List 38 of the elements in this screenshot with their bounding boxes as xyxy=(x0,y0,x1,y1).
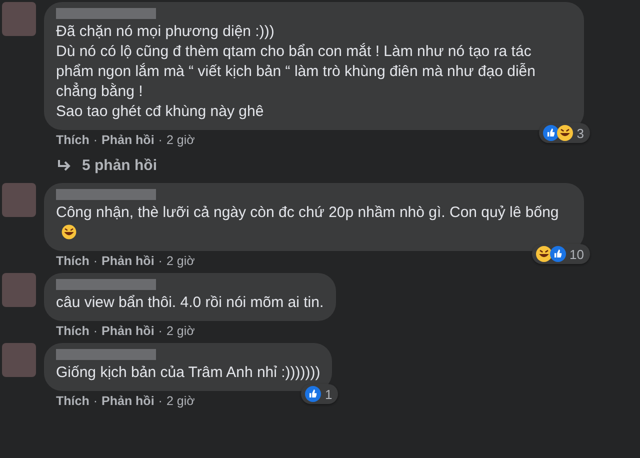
comment-time: 2 giờ xyxy=(166,394,195,408)
reaction-count: 1 xyxy=(325,386,332,402)
comment-action-link[interactable]: Phản hồi xyxy=(102,324,154,338)
comment-text: Giống kịch bản của Trâm Anh nhỉ :))))))) xyxy=(56,363,320,383)
comment-action-link[interactable]: Phản hồi xyxy=(102,254,154,268)
separator-dot: · xyxy=(93,324,98,338)
avatar-placeholder[interactable] xyxy=(2,343,36,377)
avatar-placeholder[interactable] xyxy=(2,273,36,307)
comment-time: 2 giờ xyxy=(166,324,195,338)
comment-text: Sao tao ghét cđ khùng này ghê xyxy=(56,102,265,122)
separator-dot: · xyxy=(158,324,162,338)
avatar-placeholder[interactable] xyxy=(2,2,36,36)
comment-action-link[interactable]: Thích xyxy=(56,324,90,338)
avatar-placeholder[interactable] xyxy=(2,183,36,217)
separator-dot: · xyxy=(158,394,162,408)
separator-dot: · xyxy=(93,133,98,147)
comment-text: Dù nó có lộ cũng đ thèm qtam cho bẩn con mắt ! Làm như nó tạo ra tác phẩm ngon lắm mà “ viết kịch bản “ làm trò khùng điên mà như đạo diễn chẳng bằng ! xyxy=(56,42,536,102)
reaction-badge[interactable]: 1 xyxy=(301,384,338,404)
reply-arrow-icon xyxy=(56,158,72,172)
reaction-count: 10 xyxy=(570,246,584,262)
reaction-badge[interactable]: 3 xyxy=(538,123,590,143)
separator-dot: · xyxy=(158,133,162,147)
comment-action-link[interactable]: Phản hồi xyxy=(102,133,154,147)
reaction-badge[interactable]: 10 xyxy=(532,244,590,264)
comment-action-link[interactable]: Thích xyxy=(56,133,90,147)
comment-text: Đã chặn nó mọi phương diện :))) xyxy=(56,22,276,42)
comment-text: Công nhận, thè lưỡi cả ngày còn đc chứ 20p nhầm nhò gì. Con quỷ lê bống xyxy=(56,203,572,243)
comment-text: câu view bẩn thôi. 4.0 rồi nói mõm ai tin. xyxy=(56,293,324,313)
reaction-count: 3 xyxy=(576,126,584,140)
comment-action-link[interactable]: Thích xyxy=(56,254,90,268)
separator-dot: · xyxy=(93,254,98,268)
comment-time: 2 giờ xyxy=(166,254,195,268)
comment-time: 2 giờ xyxy=(166,133,195,147)
view-replies-link[interactable]: 5 phản hồi xyxy=(82,157,157,174)
separator-dot: · xyxy=(158,254,162,268)
comment-action-link[interactable]: Phản hồi xyxy=(102,394,154,408)
comment-action-link[interactable]: Thích xyxy=(56,394,90,408)
separator-dot: · xyxy=(93,394,98,408)
